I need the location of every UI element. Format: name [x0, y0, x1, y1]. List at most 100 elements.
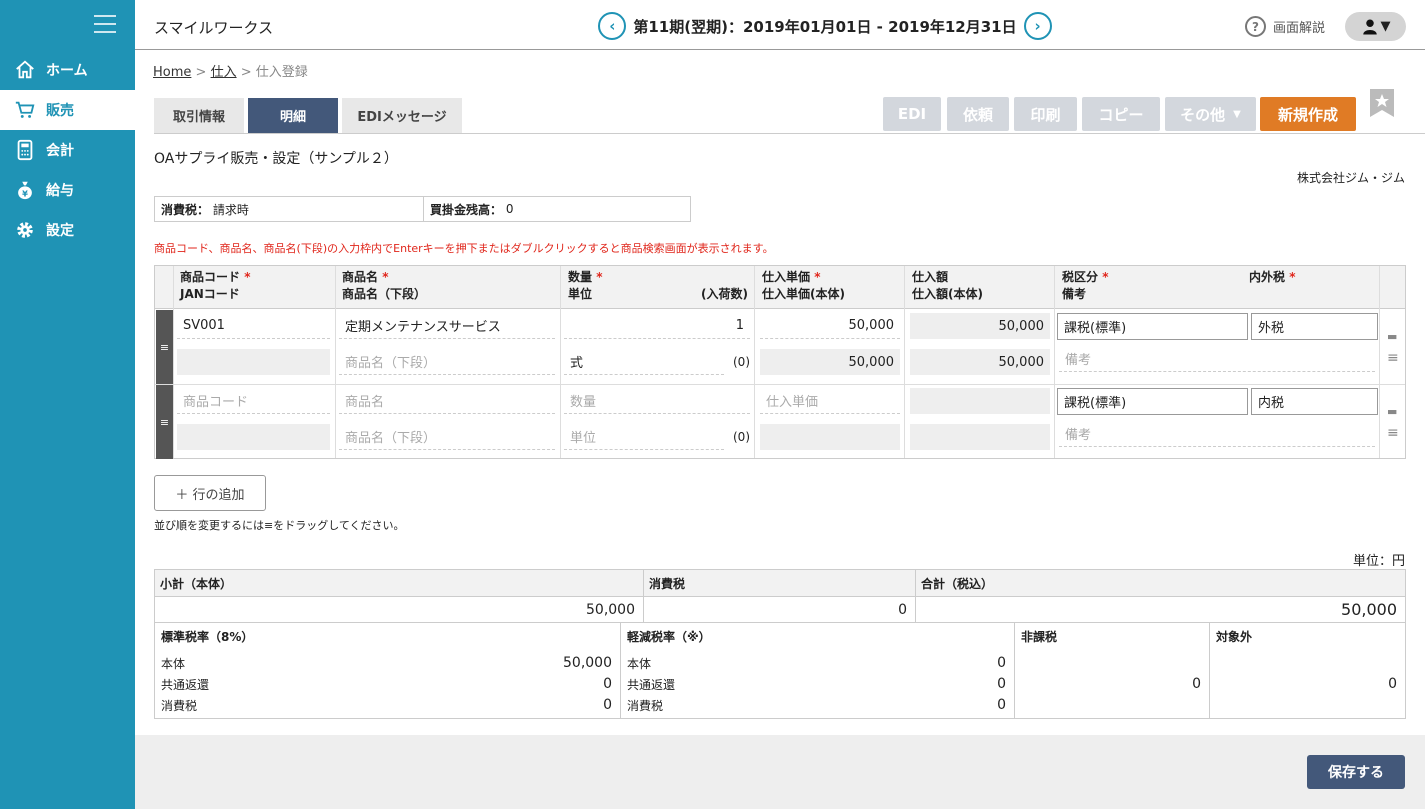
column-divider	[1054, 266, 1055, 458]
unit-input[interactable]: 単位	[564, 424, 724, 450]
user-icon	[1362, 19, 1377, 34]
header-code: 商品コード * JANコード	[180, 270, 251, 301]
memo-input[interactable]: 備考	[1059, 421, 1375, 447]
tab-details[interactable]: 明細	[248, 98, 338, 133]
rebate-label: 共通返還	[627, 678, 676, 692]
column-divider	[904, 266, 905, 458]
standard-rate-box: 標準税率（8%） 本体 50,000 共通返還 0 消費税 0	[155, 623, 621, 718]
reduced-rebate-value: 0	[997, 676, 1006, 692]
edi-button[interactable]: EDI	[883, 97, 941, 131]
sidebar-item-sales[interactable]: 販売	[0, 90, 135, 130]
quantity-input[interactable]: 数量	[564, 388, 750, 414]
tax-category-select[interactable]: 課税(標準)	[1057, 388, 1248, 415]
product-code-input[interactable]: SV001	[177, 313, 330, 339]
line-items-table: 商品コード * JANコード 商品名 * 商品名（下段） 数量 * 単位 (入荷数) 仕…	[154, 265, 1406, 459]
amount-body-value	[910, 424, 1050, 450]
tab-transaction-info[interactable]: 取引情報	[154, 98, 244, 133]
request-button[interactable]: 依頼	[947, 97, 1009, 131]
company-name: スマイルワークス	[154, 19, 274, 37]
payable-value: 0	[505, 202, 514, 216]
jan-code-input[interactable]	[177, 424, 330, 450]
menu-lines-icon[interactable]: ≡	[1387, 350, 1399, 366]
column-divider	[560, 266, 561, 458]
unit-price-input[interactable]: 50,000	[760, 313, 900, 339]
header-taxcat: 税区分 * 備考	[1062, 270, 1109, 301]
notice-message: 商品コード、商品名、商品名(下段)の入力枠内でEnterキーを押下またはダブルク…	[154, 242, 774, 255]
copy-button[interactable]: コピー	[1082, 97, 1160, 131]
product-name2-input[interactable]: 商品名（下段）	[339, 349, 555, 375]
standard-rebate-value: 0	[603, 676, 612, 692]
drag-handle-icon[interactable]: ≡	[156, 310, 173, 384]
tax-category-select[interactable]: 課税(標準)	[1057, 313, 1248, 340]
product-name-input[interactable]: 定期メンテナンスサービス	[339, 313, 555, 339]
inout-tax-select[interactable]: 外税	[1251, 313, 1378, 340]
help-label: 画面解説	[1273, 21, 1326, 36]
prev-period-button[interactable]: ‹	[598, 12, 627, 40]
other-dropdown-button[interactable]: その他 ▼	[1165, 97, 1256, 131]
arrival-count: (0)	[733, 430, 750, 444]
inout-tax-select[interactable]: 内税	[1251, 388, 1378, 415]
sidebar-item-settings[interactable]: 設定	[0, 210, 135, 250]
bookmark-star-icon[interactable]	[1370, 89, 1394, 117]
help-link[interactable]: ? 画面解説	[1245, 16, 1325, 37]
period-selector: ‹ 第11期(翌期)：2019年01月01日 - 2019年12月31日 ›	[542, 12, 1108, 40]
payable-balance: 買掛金残高： 0	[424, 197, 690, 221]
tax-header: 消費税	[644, 570, 916, 596]
sidebar-item-home[interactable]: ホーム	[0, 50, 135, 90]
header-name: 商品名 * 商品名（下段）	[342, 270, 427, 301]
drag-handle-icon[interactable]: ≡	[156, 385, 173, 459]
menu-lines-icon[interactable]: ≡	[1387, 425, 1399, 441]
add-row-button[interactable]: ＋ 行の追加	[154, 475, 266, 511]
comment-icon[interactable]: ▬	[1387, 405, 1397, 418]
cart-icon	[15, 101, 35, 118]
breadcrumb-current: 仕入登録	[255, 65, 308, 80]
tab-divider	[154, 133, 1425, 134]
breadcrumb-purchase[interactable]: 仕入	[211, 65, 237, 80]
user-menu-button[interactable]: ▼	[1345, 12, 1406, 41]
jan-code-input[interactable]	[177, 349, 330, 375]
product-code-input[interactable]: 商品コード	[177, 388, 330, 414]
memo-input[interactable]: 備考	[1059, 346, 1375, 372]
sidebar-item-label: 会計	[46, 143, 74, 159]
column-divider	[173, 266, 174, 458]
reduced-rate-title: 軽減税率（※）	[627, 630, 711, 644]
product-name2-input[interactable]: 商品名（下段）	[339, 424, 555, 450]
tax-value: 0	[644, 596, 916, 622]
hamburger-menu-icon[interactable]	[94, 15, 116, 33]
tab-edi-message[interactable]: EDIメッセージ	[342, 98, 462, 133]
period-label: 第11期(翌期)：2019年01月01日 - 2019年12月31日	[633, 17, 1017, 36]
sidebar-item-accounting[interactable]: 会計	[0, 130, 135, 170]
breadcrumb-home[interactable]: Home	[153, 65, 191, 80]
document-title: OAサプライ販売・設定（サンプル２）	[154, 151, 398, 167]
comment-icon[interactable]: ▬	[1387, 330, 1397, 343]
next-period-button[interactable]: ›	[1023, 12, 1052, 40]
save-button[interactable]: 保存する	[1307, 755, 1405, 789]
caret-down-icon: ▼	[1380, 19, 1391, 34]
question-icon: ?	[1245, 16, 1266, 37]
other-label: その他	[1180, 105, 1226, 124]
breadcrumb-separator: >	[195, 65, 207, 80]
unit-price-input[interactable]: 仕入単価	[760, 388, 900, 414]
calculator-icon	[17, 139, 33, 161]
unit-input[interactable]: 式	[564, 349, 724, 375]
excluded-box: 対象外 0	[1210, 623, 1405, 718]
tax-mode-value: 請求時	[212, 202, 249, 217]
reduced-rate-box: 軽減税率（※） 本体 0 共通返還 0 消費税 0	[621, 623, 1015, 718]
chevron-left-icon: ‹	[609, 17, 616, 35]
svg-text:¥: ¥	[22, 188, 28, 198]
tax-label: 消費税	[627, 699, 664, 713]
arrival-count: (0)	[733, 355, 750, 369]
product-name-input[interactable]: 商品名	[339, 388, 555, 414]
amount-body-value: 50,000	[910, 349, 1050, 375]
nontax-title: 非課税	[1021, 630, 1058, 644]
tax-info-bar: 消費税： 請求時 買掛金残高： 0	[154, 196, 691, 222]
subtotal-value: 50,000	[155, 596, 644, 622]
row-divider	[155, 384, 1405, 385]
header-inout: 内外税 *	[1249, 270, 1296, 284]
new-create-button[interactable]: 新規作成	[1260, 97, 1356, 131]
quantity-input[interactable]: 1	[564, 313, 750, 339]
total-header: 合計（税込）	[916, 570, 1405, 596]
top-header: スマイルワークス ‹ 第11期(翌期)：2019年01月01日 - 2019年1…	[135, 0, 1425, 50]
sidebar-item-payroll[interactable]: ¥ 給与	[0, 170, 135, 210]
print-button[interactable]: 印刷	[1014, 97, 1077, 131]
